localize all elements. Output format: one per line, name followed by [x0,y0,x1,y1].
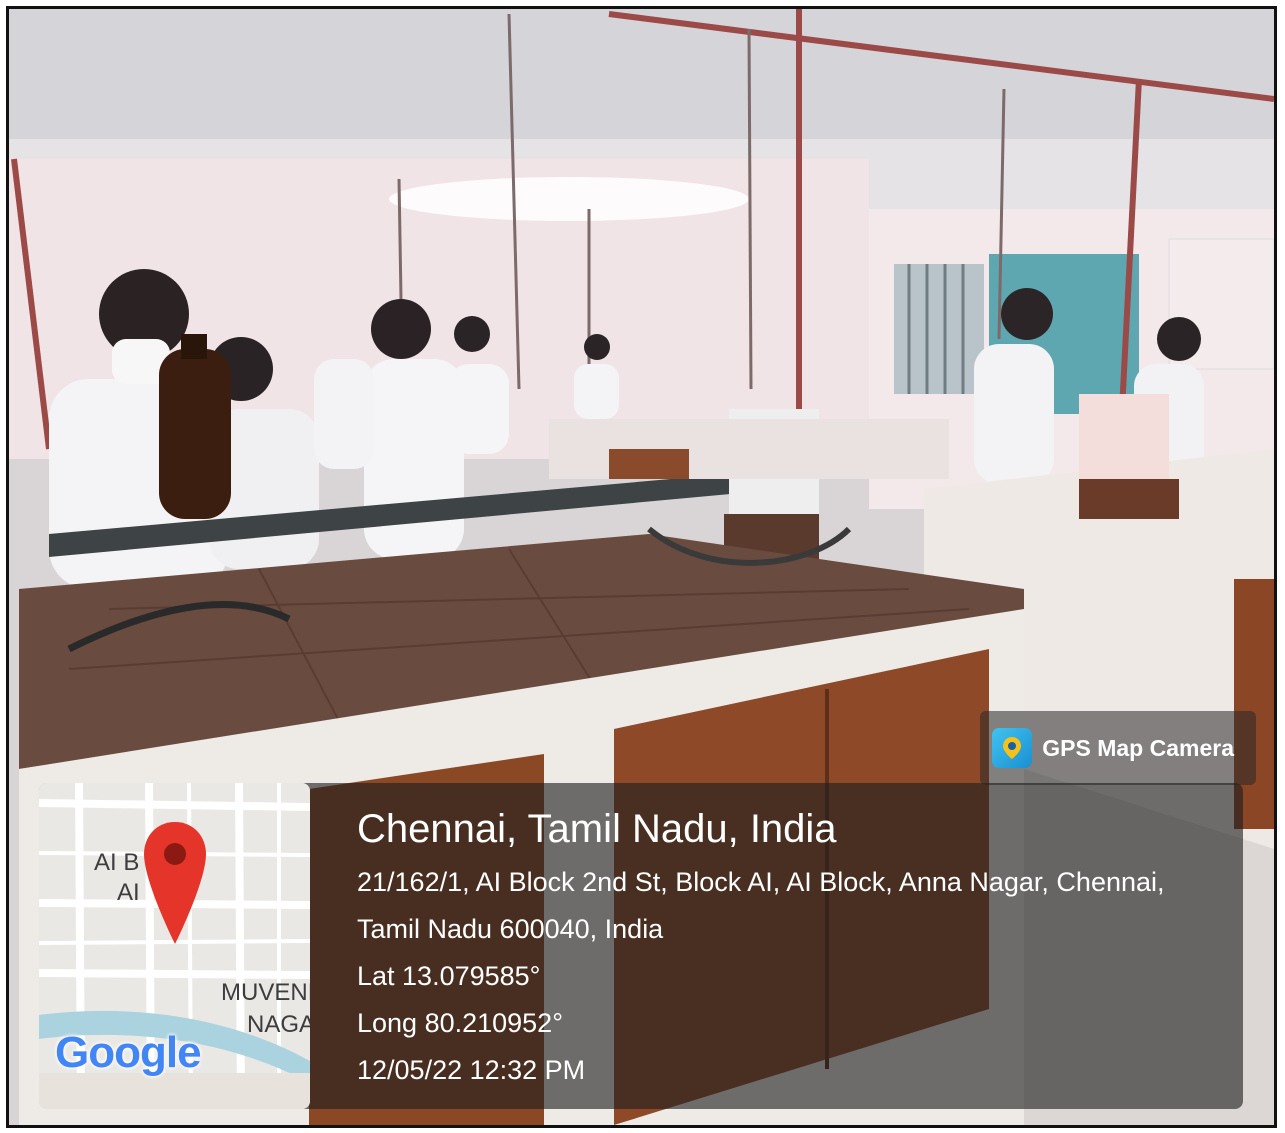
camera-pin-icon [992,728,1033,768]
map-label-naga: NAGA [247,1011,310,1038]
location-address: 21/162/1, AI Block 2nd St, Block AI, AI … [357,867,1165,944]
map-label-muveni: MUVENI [221,979,310,1006]
location-details: Chennai, Tamil Nadu, India 21/162/1, AI … [357,801,1233,1094]
location-city: Chennai, Tamil Nadu, India [357,807,837,851]
google-logo: Google [55,1028,202,1077]
location-overlay: AI B AI MUVENI NAGA Google Chennai, Tami… [39,783,1243,1109]
gps-map-camera-badge: GPS Map Camera [980,711,1256,785]
location-latitude: Lat 13.079585° [357,961,541,991]
gps-app-name: GPS Map Camera [1042,734,1234,761]
photo-frame: GPS Map Camera AI B AI MUVENI NAGA Googl… [6,6,1277,1128]
location-longitude: Long 80.210952° [357,1008,563,1038]
location-datetime: 12/05/22 12:32 PM [357,1055,586,1085]
map-label-aib: AI B [94,849,140,876]
map-thumbnail: AI B AI MUVENI NAGA Google [39,783,310,1109]
map-label-ai: AI [117,879,140,906]
red-map-pin-icon [144,822,206,944]
